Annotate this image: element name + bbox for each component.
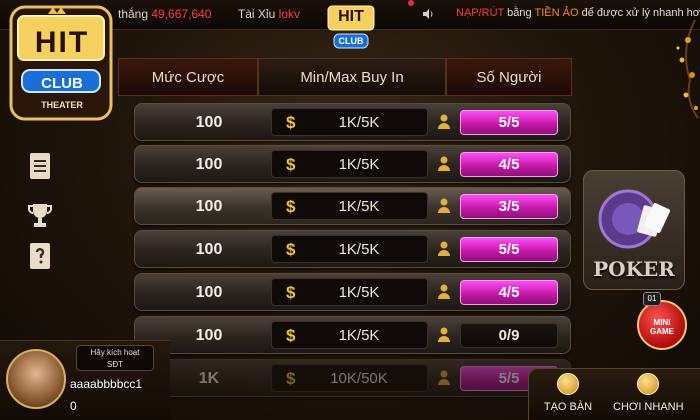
room-players: 5/5 [460,110,558,135]
mini-game-button[interactable]: MINI GAME [637,300,687,350]
person-icon [438,198,450,213]
bottom-actions: TẠO BÀN CHƠI NHANH [528,368,700,420]
plus-icon [557,373,579,395]
notice-banner: NẠP/RÚT bằng TIỀN ẢO để được xử lý nhanh… [456,7,700,19]
room-bet: 100 [195,114,223,131]
header-buyin: Min/Max Buy In [258,58,446,96]
room-row[interactable]: 1K $10K/50K 5/5 [134,359,571,397]
room-bet: 100 [195,198,223,215]
dollar-icon: $ [286,240,296,259]
room-buyin: 1K/5K [338,114,380,131]
room-row[interactable]: 100 $1K/5K 4/5 [134,145,571,183]
room-row[interactable]: 100 $1K/5K 0/9 [134,316,571,354]
header-players: Số Người [446,58,572,96]
room-row[interactable]: 100 $1K/5K 5/5 [134,230,571,268]
logo-theater: THEATER [41,100,83,110]
dollar-icon: $ [286,113,296,132]
mini-game-label-2: GAME [650,327,674,336]
room-buyin: 1K/5K [338,327,380,344]
poker-chip-icon [598,189,670,249]
create-table-button[interactable]: TẠO BÀN [533,373,603,420]
logo-club: CLUB [41,75,83,92]
person-icon [438,284,450,299]
buyin-box: $10K/50K [271,364,428,392]
small-logo-club: CLUB [338,36,364,46]
dollar-icon: $ [286,326,296,345]
room-players: 5/5 [460,237,558,262]
activate-phone-button[interactable]: Hãy kích hoạt SĐT [76,345,154,371]
document-icon[interactable] [28,152,52,180]
room-bet: 100 [195,241,223,258]
ticker-prefix: thắng [118,7,149,21]
create-table-label: TẠO BÀN [543,401,593,413]
notice-part2: bằng [507,7,532,19]
room-players: 3/5 [460,194,558,219]
logo-brand: HIT [34,26,90,59]
poker-game-tile[interactable]: POKER [583,170,685,290]
room-buyin: 1K/5K [338,284,380,301]
room-buyin: 1K/5K [338,241,380,258]
ticker-amount: 49,667,640 [151,7,212,21]
header-bet: Mức Cược [118,58,258,96]
buyin-box: $1K/5K [271,321,428,349]
username: aaaabbbbcc1 [70,377,143,391]
room-bet: 100 [195,327,223,344]
room-buyin: 1K/5K [338,198,380,215]
ticker-game: Tài Xỉu [237,7,276,21]
ticker-player: lokv [278,7,300,21]
dollar-icon: $ [286,155,296,174]
left-sidebar [0,130,70,280]
room-bet: 1K [198,370,220,387]
small-logo-brand: HIT [338,8,364,25]
speaker-icon [423,9,433,19]
notice-part3: TIỀN ẢO [534,7,579,19]
user-balance: 0 [70,399,77,413]
dollar-icon: $ [286,369,296,388]
app-window: thắng 49,667,640 Tài Xỉu lokv NẠP/RÚT bằ… [0,0,700,420]
buyin-box: $1K/5K [271,278,428,306]
buyin-box: $1K/5K [271,150,428,178]
notification-dot [408,0,414,6]
play-icon [637,373,659,395]
notice-part1: NẠP/RÚT [456,7,505,19]
quick-play-label: CHƠI NHANH [613,401,684,413]
activate-line-2: SĐT [107,360,123,369]
room-players: 0/9 [460,323,558,348]
trophy-icon[interactable] [28,202,52,230]
activate-line-1: Hãy kích hoạt [90,348,140,357]
person-icon [438,370,450,385]
buyin-box: $1K/5K [271,108,428,136]
buyin-box: $1K/5K [271,235,428,263]
room-row[interactable]: 100 $1K/5K 3/5 [134,187,571,225]
winner-ticker: thắng 49,667,640 Tài Xỉu lokv [118,7,300,21]
table-header: Mức Cược Min/Max Buy In Số Người [118,58,572,96]
dollar-icon: $ [286,283,296,302]
avatar[interactable] [6,349,66,409]
room-buyin: 1K/5K [338,156,380,173]
notice-part4: để được xử lý nhanh hơn [581,7,700,19]
room-players: 4/5 [460,152,558,177]
person-icon [438,114,450,129]
mini-game-badge: 01 [643,292,661,306]
room-row[interactable]: 100 $1K/5K 4/5 [134,273,571,311]
room-buyin: 10K/50K [330,370,388,387]
room-row[interactable]: 100 $1K/5K 5/5 [134,103,571,141]
plum-blossom-decoration [676,20,699,119]
buyin-box: $1K/5K [271,192,428,220]
dollar-icon: $ [286,197,296,216]
quick-play-button[interactable]: CHƠI NHANH [613,373,684,420]
room-players: 4/5 [460,280,558,305]
user-panel: Hãy kích hoạt SĐT aaaabbbbcc1 0 [0,340,170,420]
person-icon [438,156,450,171]
mini-game-label-1: MINI [653,318,671,327]
poker-label: POKER [593,257,675,281]
room-bet: 100 [195,284,223,301]
person-icon [438,327,450,342]
help-icon[interactable] [28,242,52,270]
room-bet: 100 [195,156,223,173]
person-icon [438,241,450,256]
